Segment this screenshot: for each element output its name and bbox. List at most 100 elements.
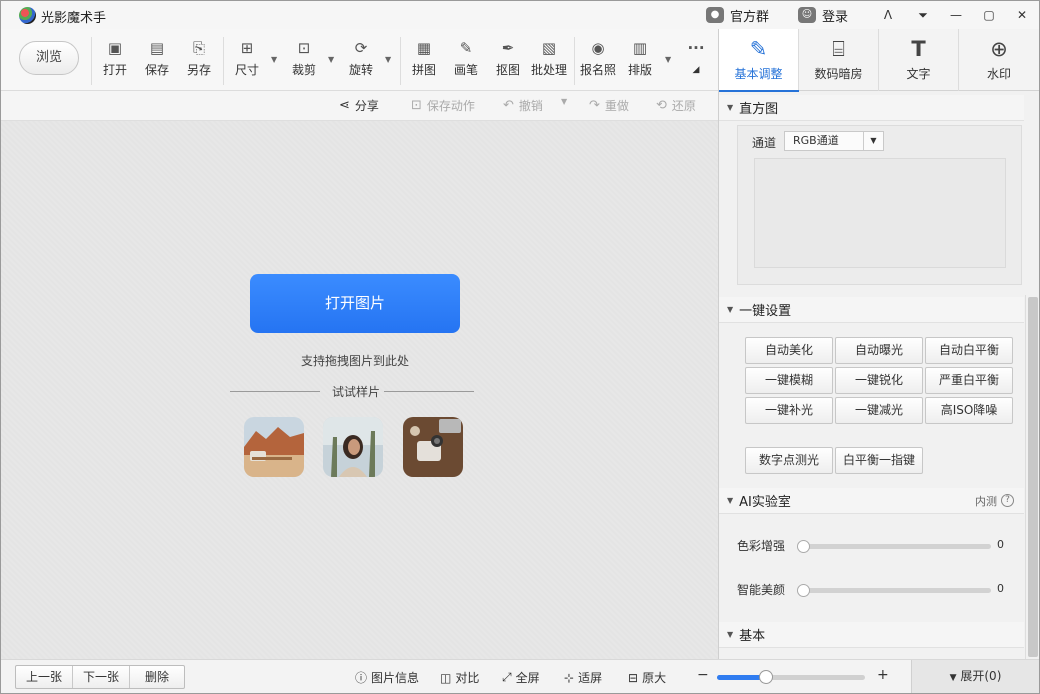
cutout-tool[interactable]: ✒ 抠图 — [488, 39, 528, 83]
collage-icon: ▦ — [416, 39, 432, 57]
main-toolbar: 浏览 ▣ 打开 ▤ 保存 ⎘ 另存 ⊞ 尺寸 ▼ ⊡ 裁剪 ▼ ⟳ 旋转 ▼ ▦ 拼图 ✎ 画笔… — [1, 29, 718, 91]
rotate-dropdown-icon[interactable]: ▼ — [385, 55, 391, 64]
minimize-button[interactable]: — — [941, 1, 971, 29]
fit-screen-button[interactable]: ⊹ 适屏 — [564, 669, 602, 686]
color-enhance-value: 0 — [997, 538, 1004, 551]
chevron-down-icon: ▼ — [949, 673, 957, 683]
tab-text[interactable]: T 文字 — [879, 29, 959, 91]
app-title: 光影魔术手 — [41, 11, 107, 26]
delete-image-button[interactable]: 删除 — [130, 666, 184, 688]
auto-white-balance-button[interactable]: 自动白平衡 — [925, 337, 1013, 364]
severe-white-balance-button[interactable]: 严重白平衡 — [925, 367, 1013, 394]
official-group-link[interactable]: ● 官方群 — [706, 6, 769, 25]
color-enhance-slider[interactable] — [797, 540, 991, 553]
save-action-button[interactable]: ⊡ 保存动作 — [411, 97, 475, 114]
close-button[interactable]: ✕ — [1007, 1, 1037, 29]
active-tab-indicator — [719, 90, 799, 92]
spot-metering-button[interactable]: 数字点测光 — [745, 447, 833, 474]
user-icon: ☺ — [798, 7, 816, 23]
smart-beauty-slider[interactable] — [797, 584, 991, 597]
size-dropdown-icon[interactable]: ▼ — [271, 55, 277, 64]
save-tool[interactable]: ▤ 保存 — [137, 39, 177, 83]
tab-basic-adjust[interactable]: ✎ 基本调整 — [719, 29, 799, 92]
zoom-out-button[interactable]: − — [697, 667, 709, 683]
channel-select[interactable]: RGB通道 ▼ — [784, 131, 884, 151]
zoom-slider[interactable] — [717, 670, 865, 684]
basic-section-header[interactable]: ▼ 基本 — [719, 622, 1024, 648]
original-size-icon: ⊟ — [628, 670, 639, 685]
save-as-icon: ⎘ — [192, 39, 205, 57]
batch-tool[interactable]: ▧ 批处理 — [529, 39, 569, 83]
brush-tool[interactable]: ✎ 画笔 — [446, 39, 486, 83]
histogram-section-header[interactable]: ▼ 直方图 — [719, 95, 1024, 121]
text-icon: T — [911, 37, 926, 61]
panel-scrollbar[interactable] — [1025, 295, 1039, 659]
compare-button[interactable]: ◫ 对比 — [440, 669, 479, 686]
pen-icon: ✒ — [501, 39, 515, 57]
skin-icon[interactable]: ᐱ — [873, 1, 903, 29]
next-image-button[interactable]: 下一张 — [73, 666, 130, 688]
chevron-down-icon: ▼ — [561, 97, 568, 106]
reduce-light-button[interactable]: 一键减光 — [835, 397, 923, 424]
crop-dropdown-icon[interactable]: ▼ — [328, 55, 334, 64]
image-canvas[interactable]: 打开图片 支持拖拽图片到此处 试试样片 — [1, 121, 718, 659]
white-balance-picker-button[interactable]: 白平衡一指键 — [835, 447, 923, 474]
fill-light-button[interactable]: 一键补光 — [745, 397, 833, 424]
slider-handle[interactable] — [797, 540, 810, 553]
layout-dropdown-icon[interactable]: ▼ — [665, 55, 671, 64]
browse-button[interactable]: 浏览 — [19, 41, 79, 75]
app-window: 光影魔术手 ● 官方群 ☺ 登录 ᐱ ⏷ — ▢ ✕ 浏览 ▣ 打开 ▤ 保存 ⎘ 另… — [0, 0, 1040, 694]
info-icon: ⓘ — [355, 671, 368, 685]
scrollbar-thumb[interactable] — [1028, 297, 1038, 657]
sample-image-camera[interactable] — [403, 417, 463, 477]
more-tools-button[interactable]: ··· ◢ — [681, 39, 711, 83]
size-tool[interactable]: ⊞ 尺寸 — [227, 39, 267, 83]
undo-button[interactable]: ↶ 撤销 — [503, 97, 543, 114]
collapse-icon: ▼ — [727, 305, 734, 314]
layout-tool[interactable]: ▥ 排版 — [620, 39, 660, 83]
menu-dropdown-icon[interactable]: ⏷ — [908, 1, 938, 29]
toolbar-divider — [574, 37, 575, 85]
slider-handle[interactable] — [797, 584, 810, 597]
tab-watermark[interactable]: ⊕ 水印 — [959, 29, 1039, 91]
save-as-tool[interactable]: ⎘ 另存 — [179, 39, 219, 83]
image-info-button[interactable]: ⓘ 图片信息 — [355, 669, 419, 686]
histogram-graph — [754, 158, 1006, 268]
open-image-button[interactable]: 打开图片 — [250, 274, 460, 333]
expand-filmstrip-button[interactable]: ▼ 展开(0) — [911, 660, 1039, 693]
original-size-button[interactable]: ⊟ 原大 — [628, 669, 666, 686]
ai-lab-section-header[interactable]: ▼ AI实验室 内测? — [719, 488, 1024, 514]
one-click-blur-button[interactable]: 一键模糊 — [745, 367, 833, 394]
undo-history-dropdown[interactable]: ▼ — [561, 97, 567, 106]
oneclick-section-header[interactable]: ▼ 一键设置 — [719, 297, 1024, 323]
open-image-icon: ▣ — [107, 39, 123, 57]
fullscreen-button[interactable]: ⤢ 全屏 — [502, 669, 540, 686]
prev-image-button[interactable]: 上一张 — [16, 666, 73, 688]
login-link[interactable]: ☺ 登录 — [798, 6, 848, 25]
one-click-sharpen-button[interactable]: 一键锐化 — [835, 367, 923, 394]
app-logo-icon — [19, 7, 36, 24]
id-photo-tool[interactable]: ◉ 报名照 — [578, 39, 618, 83]
high-iso-denoise-button[interactable]: 高ISO降噪 — [925, 397, 1013, 424]
maximize-button[interactable]: ▢ — [974, 1, 1004, 29]
sample-desert-thumbnail — [244, 417, 304, 477]
auto-exposure-button[interactable]: 自动曝光 — [835, 337, 923, 364]
camera-icon: ⌸ — [832, 37, 845, 61]
redo-button[interactable]: ↷ 重做 — [589, 97, 629, 114]
sample-image-desert[interactable] — [244, 417, 304, 477]
auto-beautify-button[interactable]: 自动美化 — [745, 337, 833, 364]
resize-icon: ⊞ — [240, 39, 254, 57]
tab-darkroom[interactable]: ⌸ 数码暗房 — [799, 29, 879, 91]
restore-button[interactable]: ⟲ 还原 — [656, 97, 696, 114]
sample-image-portrait[interactable] — [323, 417, 383, 477]
crop-tool[interactable]: ⊡ 裁剪 — [284, 39, 324, 83]
zoom-slider-handle[interactable] — [759, 670, 773, 684]
zoom-in-button[interactable]: + — [877, 667, 889, 683]
open-tool[interactable]: ▣ 打开 — [95, 39, 135, 83]
rotate-tool[interactable]: ⟳ 旋转 — [341, 39, 381, 83]
help-icon[interactable]: ? — [1001, 494, 1014, 507]
smart-beauty-value: 0 — [997, 582, 1004, 595]
share-button[interactable]: ⋖ 分享 — [339, 97, 379, 114]
channel-label: 通道 — [752, 136, 777, 150]
collage-tool[interactable]: ▦ 拼图 — [404, 39, 444, 83]
